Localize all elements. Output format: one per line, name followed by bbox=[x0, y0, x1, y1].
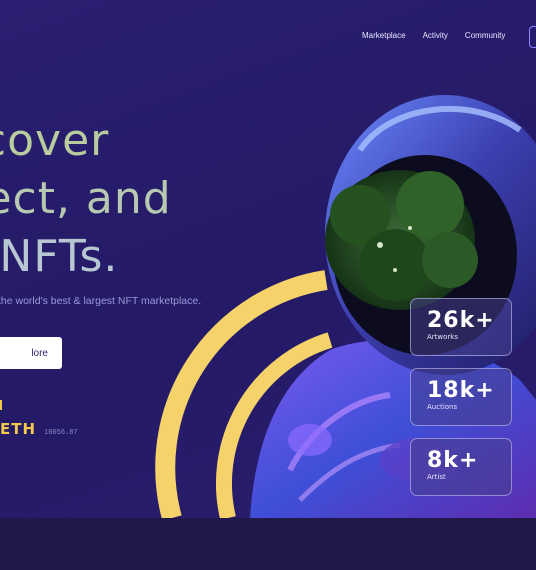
stat-value: 26k+ bbox=[427, 308, 495, 333]
nav-community[interactable]: Community bbox=[465, 31, 505, 40]
headline-line-3: ll NFTs. bbox=[0, 231, 119, 282]
explore-button-label: lore bbox=[31, 347, 48, 359]
stat-label: Auctions bbox=[427, 403, 458, 411]
stat-card-auctions: 18k+ Auctions bbox=[410, 368, 512, 426]
stat-card-artworks: 26k+ Artworks bbox=[410, 298, 512, 356]
headline-line-2: llect, and bbox=[0, 173, 172, 224]
eth-value: 10056.87 bbox=[44, 429, 78, 437]
nav-activity[interactable]: Activity bbox=[423, 31, 448, 40]
stat-label: Artist bbox=[427, 473, 446, 481]
hero-section: Marketplace Activity Community scover ll… bbox=[0, 0, 536, 518]
stat-card-artist: 8k+ Artist bbox=[410, 438, 512, 496]
stat-value: 18k+ bbox=[427, 378, 495, 403]
hero-subtext: the world's best & largest NFT marketpla… bbox=[0, 295, 202, 307]
headline-line-1: scover bbox=[0, 115, 110, 166]
eth-price: ETH 10056.87 bbox=[0, 420, 78, 438]
nav-action-button[interactable] bbox=[529, 26, 536, 48]
eth-marker bbox=[0, 400, 2, 410]
stat-value: 8k+ bbox=[427, 448, 479, 473]
hero-headline: scover llect, and ll NFTs. bbox=[0, 112, 278, 286]
top-nav: Marketplace Activity Community bbox=[362, 31, 505, 40]
footer-band bbox=[0, 518, 536, 570]
eth-label: ETH bbox=[0, 420, 37, 438]
explore-button[interactable]: lore bbox=[0, 337, 62, 369]
stat-label: Artworks bbox=[427, 333, 458, 341]
nav-marketplace[interactable]: Marketplace bbox=[362, 31, 406, 40]
